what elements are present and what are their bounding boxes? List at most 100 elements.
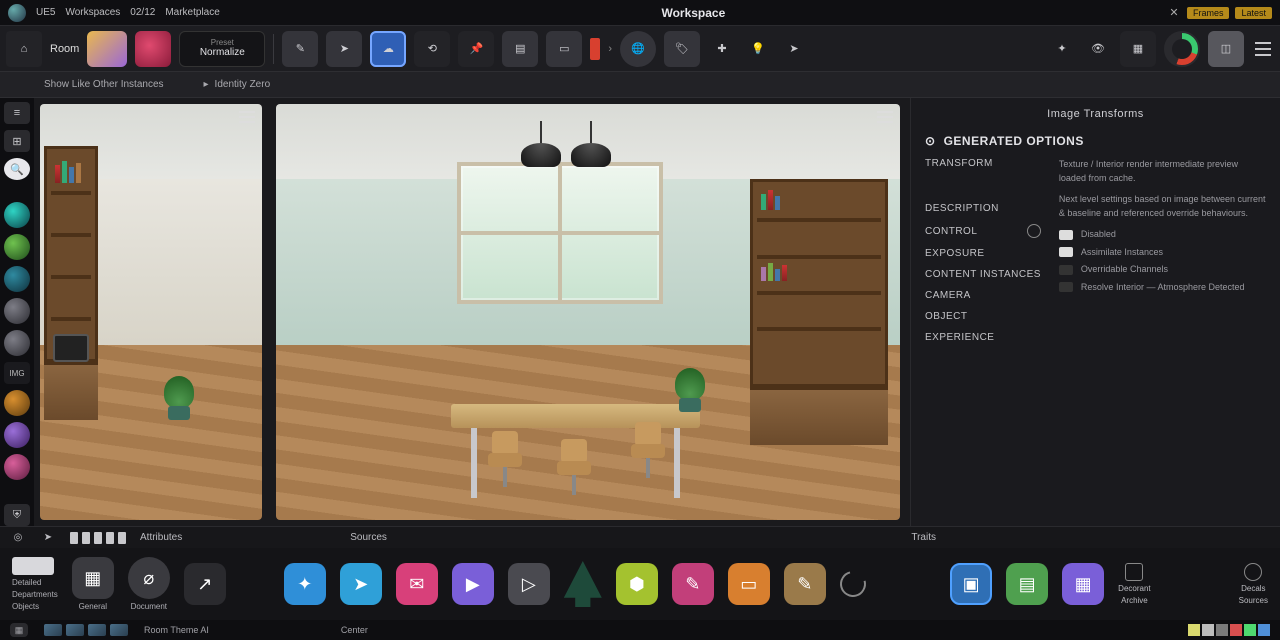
viewport-menu-icon[interactable] [876, 110, 894, 124]
rail-shield-icon[interactable]: ⛨ [4, 504, 30, 526]
prop-row[interactable]: CONTENT INSTANCES [925, 269, 1041, 280]
send-icon[interactable]: ➤ [780, 35, 808, 63]
footer-text-b: Center [341, 625, 368, 635]
asset-doc[interactable]: ⌀ [128, 557, 170, 599]
asset-cursor-icon[interactable] [12, 557, 54, 575]
globe-tool-icon[interactable]: 🌐 [620, 31, 656, 67]
spark-icon[interactable]: ✦ [1048, 35, 1076, 63]
cloud-tool-icon[interactable]: ☁ [370, 31, 406, 67]
mode-dropdown[interactable]: Preset Normalize [179, 31, 265, 67]
home-button[interactable]: ⌂ [6, 31, 42, 67]
hamburger-icon[interactable] [1252, 38, 1274, 60]
sub-toolbar: Show Like Other Instances ▸Identity Zero [0, 72, 1280, 98]
detail-row[interactable]: Assimilate Instances [1059, 246, 1266, 260]
plus-icon[interactable]: ✚ [708, 35, 736, 63]
rotate-tool-icon[interactable]: ⟲ [414, 31, 450, 67]
asset-col-label: Objects [12, 602, 58, 611]
asset-tile[interactable]: ▷ [508, 563, 550, 605]
status-bar: ▦ Room Theme AI Center [0, 620, 1280, 640]
strip-label-mid[interactable]: Sources [350, 532, 387, 543]
strip-label-right[interactable]: Traits [911, 532, 936, 543]
rail-orb-orange-icon[interactable] [4, 390, 30, 416]
asset-tree-icon[interactable] [564, 561, 602, 607]
sub-option-b[interactable]: ▸Identity Zero [204, 79, 271, 90]
viewport-menu-icon[interactable] [238, 110, 256, 124]
detail-row[interactable]: Resolve Interior — Atmosphere Detected [1059, 281, 1266, 295]
layout-tool-icon[interactable]: ▤ [502, 31, 538, 67]
refresh-icon[interactable] [835, 566, 871, 602]
grid-icon[interactable]: ▦ [1120, 31, 1156, 67]
rail-orb-green-icon[interactable] [4, 234, 30, 260]
reset-icon[interactable] [1027, 224, 1041, 238]
asset-tile[interactable]: ▶ [452, 563, 494, 605]
rail-table-icon[interactable]: ⊞ [4, 130, 30, 152]
sub-option-a[interactable]: Show Like Other Instances [44, 79, 164, 90]
strip-side-a[interactable]: DecorantArchive [1118, 563, 1150, 605]
detail-text: Next level settings based on image betwe… [1059, 193, 1266, 220]
detail-row[interactable]: Disabled [1059, 228, 1266, 242]
detail-row[interactable]: Overridable Channels [1059, 263, 1266, 277]
pin-tool-icon[interactable]: 📌 [458, 31, 494, 67]
asset-tile[interactable]: ✎ [672, 563, 714, 605]
detail-text: Texture / Interior render intermediate p… [1059, 158, 1266, 185]
menu-marketplace[interactable]: Marketplace [165, 7, 219, 18]
brush-tool-icon[interactable]: ✎ [282, 31, 318, 67]
panel-toggle-icon[interactable]: ◫ [1208, 31, 1244, 67]
asset-tile[interactable]: ▣ [950, 563, 992, 605]
prop-row[interactable]: DESCRIPTION [925, 203, 1041, 214]
asset-tile[interactable]: ✦ [284, 563, 326, 605]
rail-search-icon[interactable]: 🔍 [4, 158, 30, 180]
asset-tile[interactable]: ▦ [1062, 563, 1104, 605]
prop-row[interactable]: TRANSFORM [925, 158, 1041, 169]
eye-icon[interactable]: 👁 [1084, 35, 1112, 63]
rail-orb-grey-icon[interactable] [4, 298, 30, 324]
main-toolbar: ⌂ Room Preset Normalize ✎ ➤ ☁ ⟲ 📌 ▤ ▭ › … [0, 26, 1280, 72]
asset-tile[interactable]: ▤ [1006, 563, 1048, 605]
asset-tile[interactable]: ⬢ [616, 563, 658, 605]
prop-row[interactable]: EXPOSURE [925, 248, 1041, 259]
footer-grid-icon[interactable]: ▦ [10, 623, 28, 637]
rail-orb-cyan-icon[interactable] [4, 202, 30, 228]
swatch-icon [1059, 265, 1073, 275]
asset-launch[interactable]: ↗ [184, 563, 226, 605]
record-icon[interactable] [590, 38, 600, 60]
viewport-secondary[interactable] [40, 104, 262, 520]
color-swatches[interactable] [1188, 624, 1270, 636]
thumbnail-preview-icon[interactable] [87, 31, 127, 67]
menu-workspaces[interactable]: Workspaces [65, 7, 120, 18]
swatch-icon [1059, 247, 1073, 257]
variant-preview-icon[interactable] [135, 31, 171, 67]
performance-gauge-icon[interactable] [1164, 31, 1200, 67]
asset-tile[interactable]: ▭ [728, 563, 770, 605]
prop-row[interactable]: CONTROL [925, 224, 1041, 238]
rail-orb-grey2-icon[interactable] [4, 330, 30, 356]
prop-row[interactable]: CAMERA [925, 290, 1041, 301]
prop-row[interactable]: OBJECT [925, 311, 1041, 322]
screen-tool-icon[interactable]: ▭ [546, 31, 582, 67]
viewport-main[interactable] [276, 104, 900, 520]
rail-orb-teal-icon[interactable] [4, 266, 30, 292]
inspector-section-title[interactable]: ⊙ GENERATED OPTIONS [925, 134, 1266, 148]
chevron-right-icon: › [608, 43, 612, 55]
rail-orb-purple-icon[interactable] [4, 422, 30, 448]
rail-orb-pink-icon[interactable] [4, 454, 30, 480]
left-tool-rail: ≡ ⊞ 🔍 IMG ⛨ [0, 98, 34, 526]
rail-menu-icon[interactable]: ≡ [4, 102, 30, 124]
rail-badge-icon[interactable]: IMG [4, 362, 30, 384]
inspector-property-list: TRANSFORM DESCRIPTION CONTROL EXPOSURE C… [925, 158, 1041, 343]
prop-row[interactable]: EXPERIENCE [925, 332, 1041, 343]
target-icon[interactable]: ◎ [10, 530, 26, 546]
arrow-tool-icon[interactable]: ➤ [326, 31, 362, 67]
strip-label-left[interactable]: Attributes [140, 532, 182, 543]
mini-previews [70, 532, 126, 544]
tag-tool-icon[interactable]: 🏷 [664, 31, 700, 67]
asset-tile[interactable]: ➤ [340, 563, 382, 605]
asset-general[interactable]: ▦ [72, 557, 114, 599]
asset-tile[interactable]: ✎ [784, 563, 826, 605]
pointer-icon[interactable]: ➤ [40, 530, 56, 546]
strip-side-b[interactable]: DecalsSources [1239, 563, 1268, 605]
asset-tile[interactable]: ✉ [396, 563, 438, 605]
bulb-icon[interactable]: 💡 [744, 35, 772, 63]
asset-col-label: Departments [12, 590, 58, 599]
close-icon[interactable]: ✕ [1167, 6, 1181, 20]
